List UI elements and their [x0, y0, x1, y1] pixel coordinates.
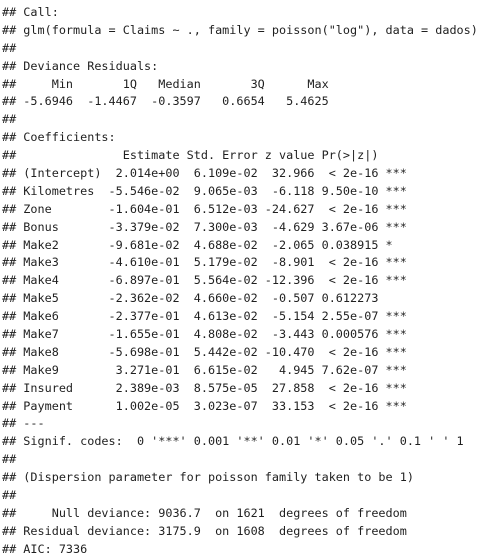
output-line: ## Bonus -3.379e-02 7.300e-03 -4.629 3.6…	[2, 219, 407, 234]
output-line: ## Make7 -1.655e-01 4.808e-02 -3.443 0.0…	[2, 327, 407, 342]
output-line: ## glm(formula = Claims ~ ., family = po…	[2, 22, 478, 37]
output-line: ##	[2, 452, 17, 467]
output-line: ## (Dispersion parameter for poisson fam…	[2, 470, 414, 485]
output-line: ##	[2, 112, 17, 127]
output-line: ## Make5 -2.362e-02 4.660e-02 -0.507 0.6…	[2, 291, 379, 306]
output-line: ## Signif. codes: 0 '***' 0.001 '**' 0.0…	[2, 434, 464, 449]
output-line: ## Residual deviance: 3175.9 on 1608 deg…	[2, 523, 407, 538]
output-line: ## Make2 -9.681e-02 4.688e-02 -2.065 0.0…	[2, 237, 393, 252]
output-line: ## Insured 2.389e-03 8.575e-05 27.858 < …	[2, 380, 407, 395]
output-line: ## Deviance Residuals:	[2, 58, 159, 73]
output-line: ## Zone -1.604e-01 6.512e-03 -24.627 < 2…	[2, 201, 407, 216]
output-line: ## Min 1Q Median 3Q Max	[2, 76, 329, 91]
output-line: ## Make4 -6.897e-01 5.564e-02 -12.396 < …	[2, 273, 407, 288]
output-line: ## Call:	[2, 5, 59, 19]
output-line: ## (Intercept) 2.014e+00 6.109e-02 32.96…	[2, 166, 407, 181]
output-line: ## Kilometres -5.546e-02 9.065e-03 -6.11…	[2, 183, 407, 198]
output-line: ## Make8 -5.698e-01 5.442e-02 -10.470 < …	[2, 344, 407, 359]
output-line: ##	[2, 488, 17, 503]
output-line: ## Coefficients:	[2, 130, 116, 145]
output-line: ## Make3 -4.610e-01 5.179e-02 -8.901 < 2…	[2, 255, 407, 270]
r-console-output: ## Call: ## glm(formula = Claims ~ ., fa…	[0, 0, 497, 558]
output-line: ##	[2, 40, 17, 55]
output-line: ## Payment 1.002e-05 3.023e-07 33.153 < …	[2, 398, 407, 413]
output-line: ## Make6 -2.377e-01 4.613e-02 -5.154 2.5…	[2, 309, 407, 324]
output-line: ## Make9 3.271e-01 6.615e-02 4.945 7.62e…	[2, 362, 407, 377]
output-line: ## ---	[2, 416, 45, 431]
output-line: ## AIC: 7336	[2, 541, 88, 556]
output-line: ## -5.6946 -1.4467 -0.3597 0.6654 5.4625	[2, 94, 329, 109]
output-line: ## Null deviance: 9036.7 on 1621 degrees…	[2, 505, 407, 520]
output-line: ## Estimate Std. Error z value Pr(>|z|)	[2, 148, 379, 163]
